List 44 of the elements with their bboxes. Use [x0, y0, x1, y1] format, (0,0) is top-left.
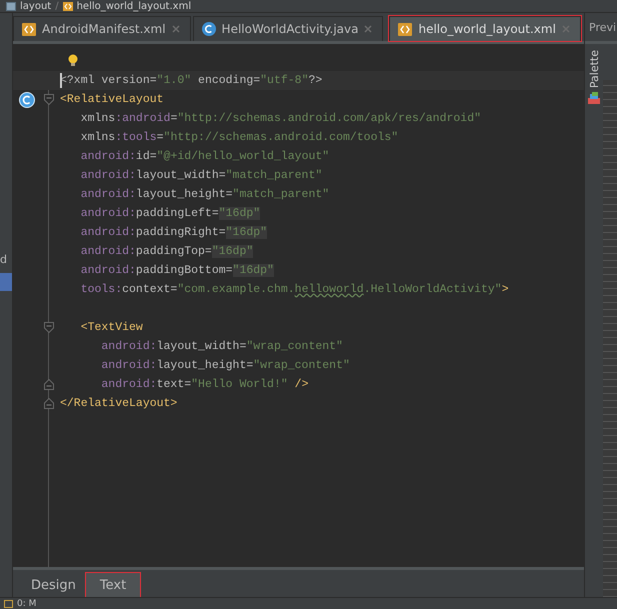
- code-line: android:layout_height="wrap_content": [100, 359, 350, 372]
- xml-file-icon: [62, 2, 73, 10]
- code-line: android:paddingLeft="16dp": [80, 207, 260, 220]
- xml-file-icon: [22, 22, 36, 36]
- code-line: xmlns:android="http://schemas.android.com/apk/res/android": [80, 112, 481, 125]
- fold-icon[interactable]: [44, 94, 54, 105]
- code-line: android:text="Hello World!" />: [100, 378, 308, 391]
- tool-window-label[interactable]: 0: M: [17, 598, 36, 608]
- tool-window-label[interactable]: Palette: [588, 50, 600, 88]
- code-line: tools:context="com.example.chm.helloworld.HelloWorldActivity">: [80, 283, 509, 296]
- window-icon[interactable]: [4, 600, 13, 608]
- editor-mode-tab[interactable]: Text: [86, 573, 140, 597]
- editor-tab[interactable]: hello_world_layout.xml: [389, 16, 581, 41]
- fold-icon[interactable]: [44, 379, 54, 390]
- fold-icon[interactable]: [44, 398, 54, 409]
- list-selection: [0, 273, 12, 291]
- palette-icon[interactable]: [588, 92, 600, 104]
- code-line: android:layout_height="match_parent": [80, 188, 330, 201]
- breadcrumb-item[interactable]: hello_world_layout.xml: [76, 0, 192, 12]
- code-line: </RelativeLayout>: [60, 397, 178, 410]
- code-line: android:paddingTop="16dp": [80, 245, 254, 258]
- breadcrumb-separator: /: [55, 0, 59, 12]
- code-line: <RelativeLayout: [60, 93, 164, 106]
- class-icon: [202, 22, 216, 36]
- class-icon[interactable]: [19, 92, 35, 108]
- close-icon[interactable]: [172, 25, 180, 33]
- code-line: <TextView: [80, 321, 143, 334]
- folder-icon: [6, 2, 16, 10]
- code-line: android:layout_width="match_parent": [80, 169, 322, 182]
- lightbulb-icon[interactable]: [68, 54, 78, 67]
- code-line: <?xml version="1.0" encoding="utf-8"?>: [60, 74, 322, 87]
- panel-title[interactable]: Previ: [589, 20, 616, 34]
- code-line: android:layout_width="wrap_content": [100, 340, 343, 353]
- editor-tab[interactable]: AndroidManifest.xml: [13, 16, 191, 41]
- xml-file-icon: [398, 22, 412, 36]
- fold-icon[interactable]: [44, 322, 54, 333]
- code-line: android:paddingRight="16dp": [80, 226, 268, 239]
- breadcrumb-item[interactable]: layout: [20, 0, 52, 12]
- code-line: xmlns:tools="http://schemas.android.com/tools": [80, 131, 398, 144]
- panel-label: d: [0, 253, 7, 266]
- close-icon[interactable]: [364, 25, 372, 33]
- editor-tab[interactable]: HelloWorldActivity.java: [192, 16, 384, 41]
- code-line: android:id="@+id/hello_world_layout": [80, 150, 330, 163]
- code-line: android:paddingBottom="16dp": [80, 264, 274, 277]
